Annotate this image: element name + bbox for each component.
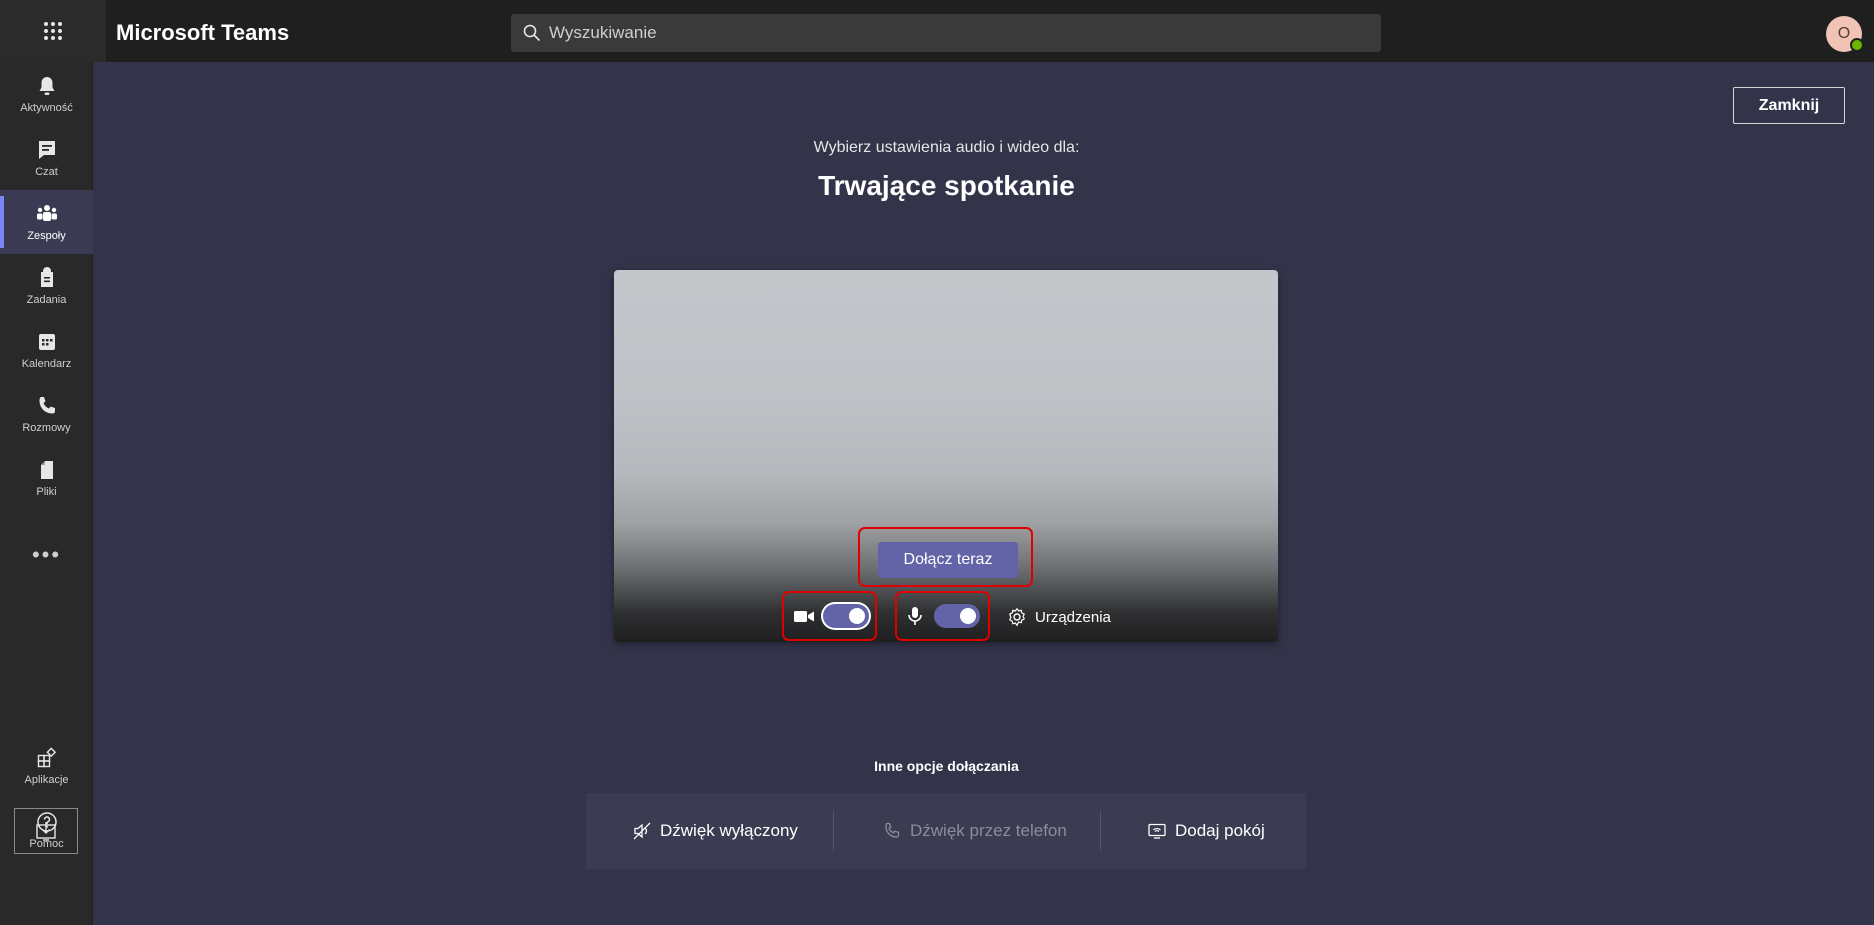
audio-off-option[interactable]: Dźwięk wyłączony bbox=[632, 793, 798, 869]
teams-window: Microsoft Teams O Aktywność Czat bbox=[0, 0, 1874, 925]
app-launcher-button[interactable] bbox=[0, 0, 106, 62]
meeting-title: Trwające spotkanie bbox=[818, 170, 1075, 201]
rail-item-files[interactable]: Pliki bbox=[0, 446, 93, 510]
other-options-bar: Dźwięk wyłączony Dźwięk przez telefon Do… bbox=[586, 793, 1306, 869]
search-input[interactable] bbox=[549, 23, 1249, 43]
add-room-label: Dodaj pokój bbox=[1175, 821, 1265, 840]
rail-item-label: Rozmowy bbox=[22, 422, 71, 434]
rail-item-label: Zadania bbox=[26, 294, 67, 306]
more-apps-button[interactable]: ••• bbox=[0, 540, 93, 570]
tasks-icon bbox=[40, 267, 53, 287]
rail-item-teams[interactable]: Zespoły bbox=[0, 190, 93, 254]
calendar-icon bbox=[38, 334, 55, 350]
rail-item-label: Zespoły bbox=[27, 230, 66, 242]
divider bbox=[1100, 811, 1101, 851]
rail-item-calls[interactable]: Rozmowy bbox=[0, 382, 93, 446]
presence-badge bbox=[1850, 38, 1864, 52]
download-icon bbox=[36, 822, 56, 841]
camera-toggle[interactable] bbox=[823, 604, 869, 628]
chat-icon bbox=[38, 141, 55, 159]
search-box[interactable] bbox=[511, 14, 1381, 52]
rail-item-label: Aktywność bbox=[20, 102, 73, 114]
other-options-title: Inne opcje dołączania bbox=[874, 758, 1019, 774]
rail-item-activity[interactable]: Aktywność bbox=[0, 62, 93, 126]
rail-item-calendar[interactable]: Kalendarz bbox=[0, 318, 93, 382]
add-room-option[interactable]: Dodaj pokój bbox=[1147, 793, 1265, 869]
gear-icon bbox=[1009, 607, 1025, 627]
microphone-icon bbox=[908, 607, 922, 625]
rail-item-label: Czat bbox=[35, 166, 58, 178]
apps-icon bbox=[37, 747, 56, 768]
phone-audio-label: Dźwięk przez telefon bbox=[910, 821, 1067, 840]
rail-item-label: Pliki bbox=[36, 486, 57, 498]
device-settings-button[interactable]: Urządzenia bbox=[1007, 607, 1111, 627]
microphone-toggle[interactable] bbox=[934, 604, 980, 628]
bell-icon bbox=[39, 77, 54, 95]
rail-item-chat[interactable]: Czat bbox=[0, 126, 93, 190]
join-now-button[interactable]: Dołącz teraz bbox=[878, 542, 1018, 578]
speaker-off-icon bbox=[633, 822, 651, 840]
camera-control bbox=[793, 604, 869, 628]
room-icon bbox=[1148, 823, 1166, 839]
teams-icon bbox=[36, 205, 57, 221]
phone-icon bbox=[39, 397, 55, 414]
app-title: Microsoft Teams bbox=[116, 20, 290, 45]
download-mobile-app-button[interactable] bbox=[14, 808, 78, 854]
top-bar: Microsoft Teams O bbox=[0, 0, 1874, 62]
prejoin-subtitle: Wybierz ustawienia audio i wideo dla: bbox=[813, 139, 1080, 156]
rail-item-label: Aplikacje bbox=[24, 774, 69, 786]
search-icon bbox=[523, 24, 541, 42]
devices-label: Urządzenia bbox=[1035, 608, 1111, 626]
waffle-icon bbox=[44, 22, 62, 40]
video-camera-icon bbox=[794, 611, 814, 622]
close-button[interactable]: Zamknij bbox=[1733, 87, 1845, 124]
rail-item-tasks[interactable]: Zadania bbox=[0, 254, 93, 318]
phone-audio-option[interactable]: Dźwięk przez telefon bbox=[882, 793, 1067, 869]
audio-off-label: Dźwięk wyłączony bbox=[660, 821, 798, 840]
rail-item-apps[interactable]: Aplikacje bbox=[0, 734, 93, 798]
file-icon bbox=[40, 461, 53, 479]
phone-outline-icon bbox=[885, 822, 900, 838]
divider bbox=[833, 811, 834, 851]
left-rail: Aktywność Czat Zespoły Zadania Kalendarz… bbox=[0, 62, 93, 925]
microphone-control bbox=[904, 604, 980, 628]
rail-item-label: Kalendarz bbox=[21, 358, 72, 370]
